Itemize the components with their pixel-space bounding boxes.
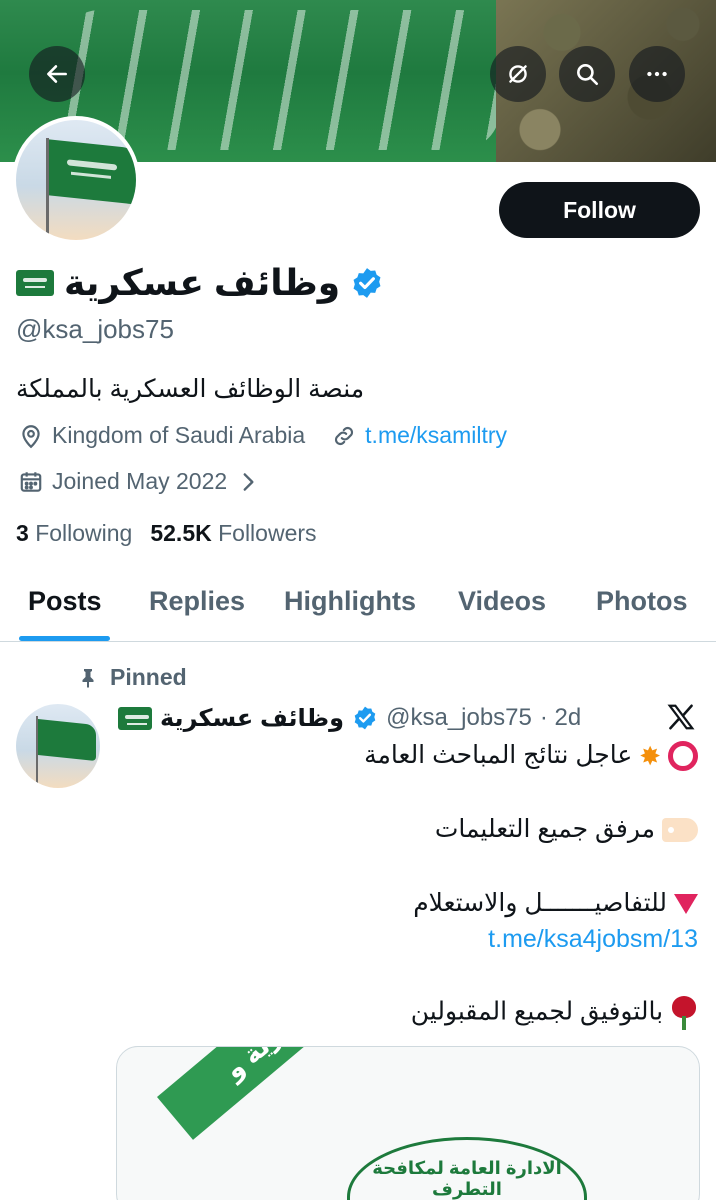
media-ribbon: تسجيل عسكرية و <box>157 1047 469 1140</box>
saudi-flag-image <box>38 718 96 762</box>
collision-icon: ✸ <box>639 740 662 771</box>
red-circle-icon <box>668 741 698 772</box>
profile-joined-row[interactable]: Joined May 2022 <box>18 468 269 495</box>
post-link[interactable]: t.me/ksa4jobsm/13 <box>488 925 698 954</box>
tab-posts[interactable]: Posts <box>28 586 102 617</box>
post-author-avatar[interactable] <box>16 704 100 788</box>
post-headline: عاجل نتائج المباحث العامة <box>364 741 633 769</box>
search-button[interactable] <box>559 46 615 102</box>
profile-bio: منصة الوظائف العسكرية بالمملكة <box>16 375 365 403</box>
search-icon <box>577 64 599 86</box>
verified-badge-icon[interactable] <box>350 266 384 300</box>
calendar-icon <box>20 471 42 492</box>
profile-name-row: وظائف عسكرية <box>16 258 384 308</box>
post-details: للتفاصيـــــــل والاستعلام <box>413 889 668 917</box>
post-text-line: بالتوفيق لجميع المقبولين <box>411 996 698 1030</box>
profile-display-name: وظائف عسكرية <box>64 262 341 303</box>
profile-handle: @ksa_jobs75 <box>16 314 174 344</box>
verified-badge-icon <box>354 706 376 730</box>
tag-icon <box>662 818 698 843</box>
rotate-button[interactable] <box>490 46 546 102</box>
media-emblem-text: الادارة العامة لمكافحة التطرف <box>372 1158 562 1199</box>
post-author-name[interactable]: وظائف عسكرية <box>160 704 344 733</box>
chevron-right-icon <box>243 472 254 491</box>
post-text-line: للتفاصيـــــــل والاستعلام <box>413 888 698 918</box>
profile-tabs: Posts Replies Highlights Videos Photos <box>0 568 716 642</box>
post-attached: مرفق جميع التعليمات <box>434 815 656 843</box>
x-logo-icon[interactable] <box>666 702 696 732</box>
profile-joined-date: Joined May 2022 <box>52 468 228 494</box>
pin-icon <box>82 668 94 688</box>
arrow-left-icon <box>47 65 67 83</box>
rotate-icon <box>509 65 527 83</box>
saudi-flag-image <box>49 139 136 205</box>
post-wish: بالتوفيق لجميع المقبولين <box>410 997 664 1026</box>
tab-highlights[interactable]: Highlights <box>284 586 416 617</box>
tab-replies[interactable]: Replies <box>149 586 245 617</box>
post-author-handle[interactable]: @ksa_jobs75 <box>386 704 532 732</box>
location-pin-icon <box>22 424 40 448</box>
active-tab-indicator <box>19 636 110 641</box>
saudi-flag-icon <box>118 706 152 730</box>
more-button[interactable] <box>629 46 685 102</box>
more-icon <box>647 71 667 77</box>
profile-stats: 3 Following 52.5K Followers <box>16 520 317 547</box>
media-emblem: الادارة العامة لمكافحة التطرف <box>347 1137 587 1200</box>
banner-flag-script <box>60 10 500 150</box>
post-text-line: ✸ عاجل نتائج المباحث العامة <box>364 740 698 772</box>
followers-stat[interactable]: 52.5K Followers <box>150 520 316 547</box>
rose-icon <box>670 996 698 1030</box>
back-button[interactable] <box>29 46 85 102</box>
profile-avatar[interactable] <box>12 116 140 244</box>
post-text-line: مرفق جميع التعليمات <box>435 814 698 844</box>
following-stat[interactable]: 3 Following <box>16 520 132 547</box>
post-header: وظائف عسكرية @ksa_jobs75 · 2d <box>118 700 581 736</box>
profile-location: Kingdom of Saudi Arabia <box>52 422 306 448</box>
tab-videos[interactable]: Videos <box>458 586 546 617</box>
link-icon <box>335 426 354 445</box>
saudi-flag-icon <box>16 270 54 296</box>
red-triangle-down-icon <box>674 894 698 915</box>
profile-meta-row: Kingdom of Saudi Arabia t.me/ksamiltry <box>18 422 507 449</box>
profile-website-link[interactable]: t.me/ksamiltry <box>365 422 507 449</box>
post-time: · 2d <box>539 704 582 731</box>
pinned-label: Pinned <box>76 664 187 691</box>
post-media-image[interactable]: تسجيل عسكرية و الادارة العامة لمكافحة ال… <box>116 1046 700 1200</box>
follow-button[interactable]: Follow <box>499 182 700 238</box>
tab-photos[interactable]: Photos <box>596 586 688 617</box>
